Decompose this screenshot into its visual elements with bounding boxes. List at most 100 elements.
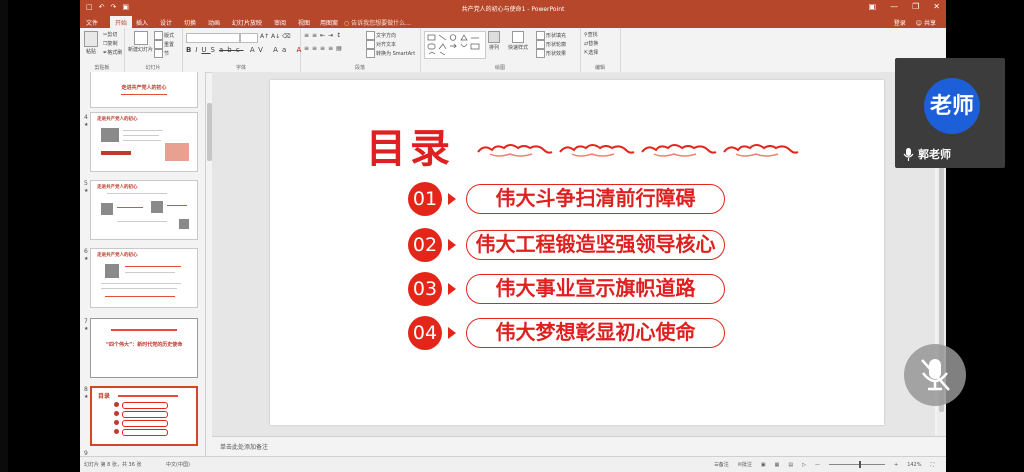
powerpoint-window: □ ↶ ↷ ▣ 共产党人的初心与使命1 - PowerPoint ▣ — ❐ ✕…: [80, 0, 946, 472]
align-text-button[interactable]: 对齐文本: [366, 40, 396, 49]
replace-button[interactable]: ⇄替换: [584, 40, 598, 47]
toc-number-4[interactable]: 04: [408, 316, 442, 350]
slide-thumbnail-7[interactable]: “四个伟大”：新时代党的历史使命: [90, 318, 198, 378]
notes-label: 备注: [718, 462, 729, 468]
paste-icon: [84, 31, 98, 47]
paste-button[interactable]: 粘贴: [84, 31, 98, 55]
tab-file[interactable]: 文件: [86, 18, 98, 27]
tab-home[interactable]: 开始: [110, 16, 133, 28]
reset-label: 重置: [164, 42, 175, 48]
tab-pattern[interactable]: 用图案: [320, 18, 338, 27]
teacher-avatar: 老师: [924, 78, 980, 134]
shape-fill-button[interactable]: 形状填充: [536, 31, 566, 40]
thumbnail-title: 走进共产党人的初心: [97, 185, 138, 190]
slide-number-4: 4: [84, 114, 88, 121]
slide-canvas[interactable]: 目录 01 伟大斗争扫清前行障碍 02 伟大工程锻造坚强领导核心 03 伟大事业…: [270, 80, 884, 425]
toc-item-2[interactable]: 伟大工程锻造坚强领导核心: [466, 230, 725, 260]
zoom-level[interactable]: 142%: [907, 462, 921, 468]
toc-item-1[interactable]: 伟大斗争扫清前行障碍: [466, 184, 725, 214]
reset-button[interactable]: 重置: [154, 40, 174, 49]
copy-button[interactable]: ❐复制: [103, 40, 118, 47]
sign-in-link[interactable]: 登录: [894, 18, 906, 27]
tab-animations[interactable]: 动画: [208, 18, 220, 27]
minimize-icon[interactable]: —: [890, 2, 898, 11]
account-area: 登录 ☺ 共享: [894, 18, 936, 27]
tab-design[interactable]: 设计: [160, 18, 172, 27]
notes-pane[interactable]: 单击此处添加备注: [212, 436, 946, 457]
slide-title[interactable]: 目录: [366, 116, 454, 174]
thumbnail-pill: [122, 402, 168, 409]
cut-button[interactable]: ✂剪切: [103, 31, 117, 38]
arrange-button[interactable]: 排列: [488, 31, 500, 51]
tab-view[interactable]: 视图: [298, 18, 310, 27]
tab-insert[interactable]: 插入: [136, 18, 148, 27]
slide-thumbnail-4[interactable]: 走进共产党人的初心: [90, 112, 198, 172]
select-button[interactable]: ⇱选择: [584, 49, 598, 56]
mute-toggle-button[interactable]: [904, 344, 966, 406]
ribbon-display-icon[interactable]: ▣: [869, 2, 877, 11]
microphone-icon: [903, 147, 914, 161]
shape-outline-button[interactable]: 形状轮廓: [536, 40, 566, 49]
notes-toggle[interactable]: ☰备注: [714, 461, 729, 468]
font-name-input[interactable]: [186, 33, 240, 43]
align-buttons[interactable]: ≡≡≡≡▤: [304, 45, 345, 52]
text-direction-button[interactable]: 文字方向: [366, 31, 396, 40]
slide-thumbnail-6[interactable]: 走进共产党人的初心: [90, 248, 198, 308]
slide-thumbnail-8[interactable]: 目录: [90, 386, 198, 446]
comments-toggle[interactable]: ✉批注: [738, 461, 752, 468]
restore-icon[interactable]: ❐: [912, 2, 919, 11]
layout-button[interactable]: 版式: [154, 31, 174, 40]
font-size-input[interactable]: [240, 33, 258, 43]
new-slide-button[interactable]: 新建幻灯片: [128, 31, 153, 53]
toc-item-3[interactable]: 伟大事业宣示旗帜道路: [466, 274, 725, 304]
slide-thumbnail-5[interactable]: 走进共产党人的初心: [90, 180, 198, 240]
toc-item-4[interactable]: 伟大梦想彰显初心使命: [466, 318, 725, 348]
thumbnail-red-banner: [101, 151, 131, 155]
thumbnail-pill: [122, 411, 168, 418]
new-slide-icon: [133, 31, 148, 45]
zoom-out-icon[interactable]: —: [815, 462, 820, 468]
quick-styles-label: 快速样式: [508, 45, 529, 51]
shape-effects-button[interactable]: 形状效果: [536, 49, 566, 58]
toc-number-3[interactable]: 03: [408, 272, 442, 306]
list-buttons[interactable]: ≡≡⇤⇥↕: [304, 32, 344, 39]
tell-me-placeholder: 告诉我您想要做什么...: [351, 20, 411, 27]
section-button[interactable]: 节: [154, 49, 169, 58]
smartart-button[interactable]: 转换为 SmartArt: [366, 49, 415, 58]
reading-view-icon[interactable]: ▤: [788, 462, 793, 468]
slide-thumbnail-pane: 走进共产党人的初心 4 ★ 走进共产党人的初心 5 ★ 走进共产党人的初心 6: [80, 72, 206, 456]
tab-slideshow[interactable]: 幻灯片放映: [232, 18, 262, 27]
toc-number-2[interactable]: 02: [408, 228, 442, 262]
format-painter-button[interactable]: ✒格式刷: [103, 49, 122, 56]
fit-to-window-icon[interactable]: ⛶: [930, 462, 934, 468]
font-size-buttons[interactable]: A↑ A↓ ⌫: [260, 33, 291, 40]
format-painter-label: 格式刷: [107, 50, 123, 56]
thumbnail-bullet: [114, 402, 119, 407]
text-direction-label: 文字方向: [376, 33, 397, 39]
slide-thumbnail-3[interactable]: 走进共产党人的初心: [90, 72, 198, 108]
normal-view-icon[interactable]: ▣: [761, 462, 766, 468]
zoom-slider[interactable]: [828, 461, 885, 468]
zoom-in-icon[interactable]: +: [894, 462, 898, 468]
sorter-view-icon[interactable]: ▦: [775, 462, 780, 468]
toc-number-1[interactable]: 01: [408, 182, 442, 216]
zoom-slider-thumb[interactable]: [858, 461, 861, 468]
tab-transitions[interactable]: 切换: [184, 18, 196, 27]
teacher-video-tile[interactable]: 老师 郭老师: [895, 58, 1005, 168]
cloud-decoration-icon: [559, 144, 635, 157]
thumbnail-photo: [179, 219, 189, 229]
font-format-buttons[interactable]: BIUSabc AV Aa A: [186, 46, 305, 54]
shapes-gallery[interactable]: [424, 31, 486, 59]
share-button[interactable]: ☺ 共享: [916, 18, 936, 27]
reset-icon: [154, 40, 163, 49]
slideshow-view-icon[interactable]: ▷: [802, 462, 806, 468]
drawing-group-label: 绘图: [494, 65, 505, 71]
slides-group-label: 幻灯片: [145, 65, 161, 71]
tell-me-search[interactable]: ○ 告诉我您想要做什么...: [344, 18, 411, 27]
find-button[interactable]: ⚲查找: [584, 31, 598, 38]
tab-review[interactable]: 审阅: [274, 18, 286, 27]
font-group-label: 字体: [235, 65, 246, 71]
close-icon[interactable]: ✕: [933, 2, 940, 11]
quick-styles-button[interactable]: 快速样式: [508, 31, 528, 51]
language-indicator[interactable]: 中文(中国): [166, 461, 190, 468]
